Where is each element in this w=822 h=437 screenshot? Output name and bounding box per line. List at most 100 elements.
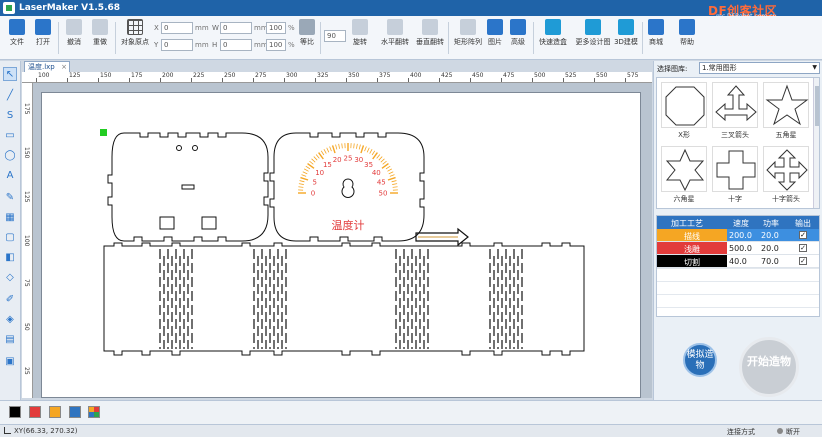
shape-item[interactable]: 十字箭头 — [761, 144, 811, 206]
shape-item[interactable]: X形 — [659, 80, 709, 142]
color-swatch[interactable] — [49, 406, 61, 418]
process-power[interactable]: 20.0 — [761, 231, 779, 240]
color-picker-icon[interactable] — [88, 406, 100, 418]
process-speed[interactable]: 200.0 — [729, 231, 752, 240]
gauge-tick-mark — [371, 150, 376, 156]
redo-button[interactable]: 重做 — [88, 19, 112, 57]
connection-status-icon — [777, 428, 783, 434]
curve-tool-icon[interactable]: S — [3, 109, 17, 123]
shape-item[interactable]: 三叉箭头 — [710, 80, 760, 142]
ruler-tick-mark — [129, 78, 130, 82]
close-icon[interactable]: × — [61, 62, 67, 72]
rectangle-tool-icon[interactable]: ▭ — [3, 129, 17, 143]
undo-button[interactable]: 撤消 — [62, 19, 86, 57]
process-output-checkbox[interactable]: ✓ — [799, 244, 807, 252]
image-button[interactable]: 图片 — [484, 19, 506, 57]
start-button[interactable]: 开始造物 — [739, 337, 799, 397]
x-input[interactable]: 0 — [161, 22, 193, 34]
process-row[interactable]: 浅雕 500.0 20.0 ✓ — [657, 242, 819, 255]
w-input[interactable]: 0 — [220, 22, 252, 34]
shape-item[interactable]: 六角星 — [659, 144, 709, 206]
process-mode: 切割 — [657, 255, 727, 267]
w-percent-input[interactable]: 100 — [266, 22, 286, 34]
ellipse-tool-icon[interactable]: ◯ — [3, 149, 17, 163]
open-button[interactable]: 打开 — [30, 19, 56, 57]
gauge-tick-mark — [341, 143, 343, 149]
rect-array-button[interactable]: 矩形阵列 — [450, 19, 486, 57]
ruler-tick-label: 500 — [534, 72, 546, 79]
image-label: 图片 — [488, 38, 502, 46]
toolbar-divider — [320, 22, 321, 54]
color-swatch[interactable] — [69, 406, 81, 418]
node-tool-icon[interactable]: ◈ — [3, 313, 17, 327]
select-tool-icon[interactable]: ↖ — [3, 67, 17, 81]
fill-tool-icon[interactable]: ◧ — [3, 251, 17, 265]
frame-tool-icon[interactable]: ▢ — [3, 231, 17, 245]
process-output-checkbox[interactable]: ✓ — [799, 257, 807, 265]
origin-label: 对象原点 — [121, 38, 149, 46]
scrollbar-thumb[interactable] — [815, 86, 819, 126]
panel-slot — [159, 216, 175, 230]
shape-item[interactable]: 十字 — [710, 144, 760, 206]
color-swatch[interactable] — [9, 406, 21, 418]
process-row[interactable]: 描线 200.0 20.0 ✓ — [657, 229, 819, 242]
design-canvas[interactable]: 0 5 10 15 20 25 30 35 40 45 50 温度计 — [41, 92, 641, 398]
flip-horizontal-button[interactable]: 水平翻转 — [377, 19, 413, 57]
scale-lock-button[interactable]: 等比 — [296, 19, 318, 57]
ruler-tick-mark — [625, 78, 626, 82]
3d-model-label: 3D建模 — [614, 38, 638, 46]
object-origin-button[interactable]: 对象原点 — [118, 19, 152, 57]
document-tab[interactable]: 温度.lxp × — [24, 61, 70, 72]
flip-v-label: 垂直翻转 — [416, 38, 444, 46]
rotate-angle-select[interactable]: 90 — [324, 30, 346, 42]
h-percent-input[interactable]: 100 — [266, 39, 286, 51]
ruler-tick-label: 100 — [23, 235, 30, 247]
process-speed[interactable]: 40.0 — [729, 257, 747, 266]
eraser-tool-icon[interactable]: ◇ — [3, 271, 17, 285]
gauge-tick-label: 5 — [312, 179, 316, 187]
folder-icon — [9, 19, 25, 35]
shape-item[interactable]: 五角星 — [761, 80, 811, 142]
shape-library-scrollbar[interactable] — [813, 78, 819, 208]
ruler-tick-mark — [315, 78, 316, 82]
library-select[interactable]: 1.常用图形 ▼ — [699, 62, 820, 74]
process-output-checkbox[interactable]: ✓ — [799, 231, 807, 239]
design-gallery-icon — [585, 19, 601, 35]
help-button[interactable]: 帮助 — [676, 19, 698, 57]
box-icon — [545, 19, 561, 35]
3d-model-button[interactable]: 3D建模 — [612, 19, 640, 57]
gauge-tick-mark — [323, 148, 327, 154]
grid-tool-icon[interactable]: ▦ — [3, 211, 17, 225]
flip-vertical-button[interactable]: 垂直翻转 — [412, 19, 448, 57]
window-title: LaserMaker V1.5.68 — [19, 3, 121, 13]
ruler-tick-label: 100 — [38, 72, 50, 79]
simulate-button[interactable]: 模拟造物 — [683, 343, 717, 377]
process-power[interactable]: 70.0 — [761, 257, 779, 266]
quick-box-button[interactable]: 快速造盒 — [536, 19, 570, 57]
color-swatch[interactable] — [29, 406, 41, 418]
layer-tool-icon[interactable]: ▤ — [3, 333, 17, 347]
file-button[interactable]: 文件 — [4, 19, 30, 57]
shop-button[interactable]: 商城 — [645, 19, 667, 57]
text-tool-icon[interactable]: A — [3, 169, 17, 183]
ruler-tick-mark — [98, 78, 99, 82]
brush-tool-icon[interactable]: ✐ — [3, 293, 17, 307]
advanced-button[interactable]: 高级 — [507, 19, 529, 57]
line-tool-icon[interactable]: ╱ — [3, 89, 17, 103]
more-designs-button[interactable]: 更多设计图 — [573, 19, 613, 57]
combine-tool-icon[interactable]: ▣ — [3, 355, 17, 369]
process-row[interactable]: 切割 40.0 70.0 ✓ — [657, 255, 819, 268]
y-input[interactable]: 0 — [161, 39, 193, 51]
process-power[interactable]: 20.0 — [761, 244, 779, 253]
h-input[interactable]: 0 — [220, 39, 252, 51]
3d-cube-icon — [618, 19, 634, 35]
pen-tool-icon[interactable]: ✎ — [3, 191, 17, 205]
array-icon — [460, 19, 476, 35]
ruler-tick-mark — [408, 78, 409, 82]
process-speed[interactable]: 500.0 — [729, 244, 752, 253]
gauge-tick-mark — [358, 144, 361, 150]
ruler-tick-label: 175 — [23, 103, 30, 115]
ruler-tick-label: 150 — [23, 147, 30, 159]
header-output: 输出 — [795, 219, 811, 228]
rotate-button[interactable]: 旋转 — [348, 19, 372, 57]
